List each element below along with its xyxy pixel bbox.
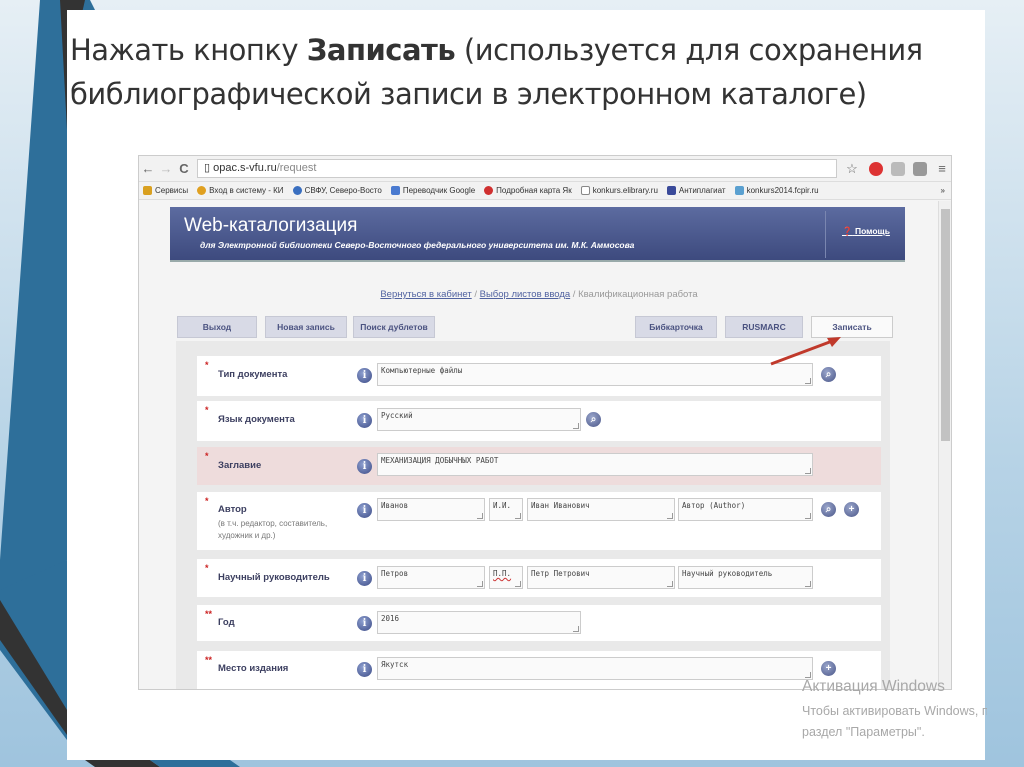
bookmark[interactable]: konkurs2014.fcpir.ru [734, 186, 819, 196]
scrollbar-thumb[interactable] [941, 209, 950, 441]
site-subtitle: для Электронной библиотеки Северо-Восточ… [200, 240, 635, 250]
bookmark[interactable]: konkurs.elibrary.ru [580, 186, 658, 196]
advisor-surname-input[interactable]: Петров [377, 566, 485, 589]
page-content: Web-каталогизация для Электронной библио… [139, 201, 939, 689]
required-mark: ** [205, 609, 213, 619]
breadcrumb: Вернуться в кабинет / Выбор листов ввода… [380, 289, 698, 300]
info-icon[interactable]: i [357, 503, 372, 518]
browser-toolbar: ← → C ▯ opac.s-vfu.ru/request ☆ ≡ [139, 156, 951, 182]
forward-icon[interactable]: → [157, 161, 175, 176]
star-icon[interactable]: ☆ [843, 161, 861, 177]
add-icon[interactable]: + [844, 502, 859, 517]
info-icon[interactable]: i [357, 571, 372, 586]
bookmark[interactable]: Переводчик Google [390, 186, 475, 196]
field-label: Язык документа [218, 414, 295, 425]
page-icon: ▯ [204, 162, 214, 174]
bookmark[interactable]: Антиплагиат [666, 186, 726, 196]
breadcrumb-back[interactable]: Вернуться в кабинет [380, 289, 471, 300]
author-initials-input[interactable]: И.И. [489, 498, 523, 521]
info-icon[interactable]: i [357, 413, 372, 428]
site-title: Web-каталогизация [184, 215, 358, 236]
help-link[interactable]: ❓ Помощь [842, 226, 890, 237]
bookmark[interactable]: Вход в систему - КИ [197, 186, 284, 196]
year-input[interactable]: 2016 [377, 611, 581, 634]
help-icon: ❓ [842, 226, 853, 236]
field-label: Заглавие [218, 460, 262, 471]
field-label: Научный руководитель [218, 572, 330, 583]
field-row-place: ** Место издания i Якутск + [197, 651, 881, 689]
address-bar[interactable]: ▯ opac.s-vfu.ru/request [197, 159, 837, 178]
add-icon[interactable]: + [821, 661, 836, 676]
search-icon[interactable]: ⌕ [586, 412, 601, 427]
field-row-title: * Заглавие i МЕХАНИЗАЦИЯ ДОБЫЧНЫХ РАБОТ [197, 447, 881, 485]
extension-icon[interactable] [891, 161, 905, 176]
bookmark[interactable]: Подробная карта Як [484, 186, 572, 196]
required-mark: * [205, 405, 209, 415]
windows-activation-text: Чтобы активировать Windows, перейдите вр… [802, 704, 987, 739]
title-input[interactable]: МЕХАНИЗАЦИЯ ДОБЫЧНЫХ РАБОТ [377, 453, 813, 476]
info-icon[interactable]: i [357, 616, 372, 631]
new-record-button[interactable]: Новая запись [265, 316, 347, 338]
bookmark[interactable]: СВФУ, Северо-Восто [292, 186, 382, 196]
divider [825, 211, 826, 258]
advisor-name-input[interactable]: Петр Петрович [527, 566, 675, 589]
field-label: Тип документа [218, 369, 288, 380]
required-mark: * [205, 496, 209, 506]
menu-icon[interactable]: ≡ [933, 161, 951, 176]
doc-type-input[interactable]: Компьютерные файлы [377, 363, 813, 386]
field-row-advisor: * Научный руководитель i Петров П.П. Пет… [197, 559, 881, 597]
field-row-year: ** Год i 2016 [197, 605, 881, 641]
required-mark: * [205, 360, 209, 370]
info-icon[interactable]: i [357, 662, 372, 677]
author-role-input[interactable]: Автор (Author) [678, 498, 813, 521]
field-label: Место издания [218, 663, 289, 674]
field-row-author: * Автор (в т.ч. редактор, составитель, х… [197, 492, 881, 550]
advisor-role-input[interactable]: Научный руководитель [678, 566, 813, 589]
search-icon[interactable]: ⌕ [821, 502, 836, 517]
windows-activation-title: Активация Windows [802, 678, 945, 695]
back-icon[interactable]: ← [139, 161, 157, 176]
place-input[interactable]: Якутск [377, 657, 813, 680]
slide-title: Нажать кнопку Записать (используется для… [70, 33, 923, 111]
author-name-input[interactable]: Иван Иванович [527, 498, 675, 521]
required-mark: * [205, 563, 209, 573]
more-bookmarks-icon[interactable]: » [941, 186, 945, 195]
required-mark: ** [205, 655, 213, 665]
author-surname-input[interactable]: Иванов [377, 498, 485, 521]
required-mark: * [205, 451, 209, 461]
info-icon[interactable]: i [357, 368, 372, 383]
bibcard-button[interactable]: Бибкарточка [635, 316, 717, 338]
find-duplicates-button[interactable]: Поиск дублетов [353, 316, 435, 338]
field-label: Автор [218, 504, 247, 515]
bookmark[interactable]: Сервисы [143, 186, 188, 196]
extension-icon[interactable] [913, 161, 927, 176]
breadcrumb-current: Квалификационная работа [578, 289, 698, 300]
field-row-language: * Язык документа i Русский ⌕ [197, 401, 881, 441]
site-header: Web-каталогизация для Электронной библио… [170, 207, 905, 262]
info-icon[interactable]: i [357, 459, 372, 474]
exit-button[interactable]: Выход [177, 316, 257, 338]
breadcrumb-select[interactable]: Выбор листов ввода [480, 289, 571, 300]
extension-icon[interactable] [869, 161, 883, 176]
advisor-initials-input[interactable]: П.П. [489, 566, 523, 589]
reload-icon[interactable]: C [175, 161, 193, 176]
browser-window: ← → C ▯ opac.s-vfu.ru/request ☆ ≡ Сервис… [138, 155, 952, 690]
field-note: (в т.ч. редактор, составитель, художник … [218, 519, 328, 540]
scrollbar[interactable] [938, 201, 951, 689]
bookmarks-bar: Сервисы Вход в систему - КИ СВФУ, Северо… [139, 182, 951, 200]
language-input[interactable]: Русский [377, 408, 581, 431]
red-arrow-annotation [770, 337, 841, 366]
field-label: Год [218, 617, 235, 628]
